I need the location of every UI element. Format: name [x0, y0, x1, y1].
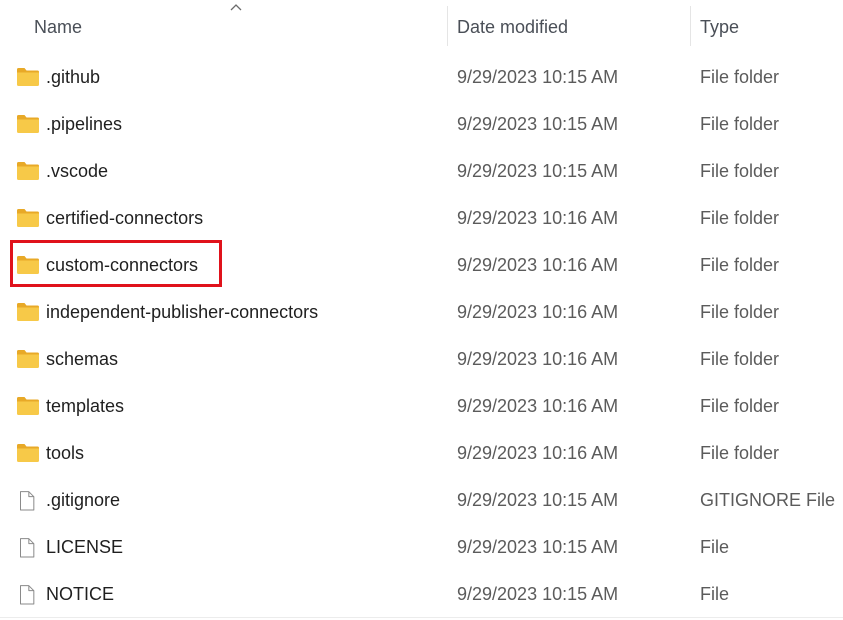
list-bottom-divider: [0, 617, 843, 618]
file-name: NOTICE: [46, 584, 115, 604]
file-icon: [20, 585, 35, 605]
file-type: File folder: [700, 208, 780, 228]
file-name: LICENSE: [46, 537, 124, 557]
file-type: File folder: [700, 67, 780, 87]
file-type: File folder: [700, 255, 780, 275]
file-date-modified: 9/29/2023 10:15 AM: [457, 114, 619, 134]
file-icon: [20, 538, 35, 558]
file-date-modified: 9/29/2023 10:16 AM: [457, 302, 619, 322]
folder-icon: [17, 303, 39, 321]
file-date-modified: 9/29/2023 10:16 AM: [457, 396, 619, 416]
folder-icon: [17, 350, 39, 368]
file-type: File folder: [700, 114, 780, 134]
file-type: File folder: [700, 396, 780, 416]
file-row-dot-vscode[interactable]: .vscode 9/29/2023 10:15 AM File folder: [0, 148, 843, 195]
file-name: .gitignore: [46, 490, 121, 510]
file-row-tools[interactable]: tools 9/29/2023 10:16 AM File folder: [0, 430, 843, 477]
file-name: certified-connectors: [46, 208, 204, 228]
folder-icon: [17, 162, 39, 180]
file-type: File folder: [700, 349, 780, 369]
file-type: File folder: [700, 443, 780, 463]
file-type: GITIGNORE File: [700, 490, 836, 510]
folder-icon: [17, 68, 39, 86]
file-date-modified: 9/29/2023 10:15 AM: [457, 67, 619, 87]
file-row-independent-publisher-connectors[interactable]: independent-publisher-connectors 9/29/20…: [0, 289, 843, 336]
file-type: File: [700, 537, 730, 557]
file-type: File folder: [700, 161, 780, 181]
file-type: File folder: [700, 302, 780, 322]
file-date-modified: 9/29/2023 10:16 AM: [457, 443, 619, 463]
file-row-schemas[interactable]: schemas 9/29/2023 10:16 AM File folder: [0, 336, 843, 383]
column-header-type[interactable]: Type: [690, 0, 843, 50]
folder-icon: [17, 115, 39, 133]
file-row-dot-github[interactable]: .github 9/29/2023 10:15 AM File folder: [0, 54, 843, 101]
file-date-modified: 9/29/2023 10:16 AM: [457, 349, 619, 369]
file-row-notice[interactable]: NOTICE 9/29/2023 10:15 AM File: [0, 571, 843, 618]
folder-icon: [17, 397, 39, 415]
file-explorer-list: Name Date modified Type .github 9/29/202…: [0, 0, 843, 620]
file-name: independent-publisher-connectors: [46, 302, 319, 322]
file-date-modified: 9/29/2023 10:16 AM: [457, 255, 619, 275]
file-date-modified: 9/29/2023 10:15 AM: [457, 161, 619, 181]
folder-icon: [17, 256, 39, 274]
file-name: .pipelines: [46, 114, 123, 134]
file-name: .vscode: [46, 161, 109, 181]
file-date-modified: 9/29/2023 10:15 AM: [457, 490, 619, 510]
file-name: .github: [46, 67, 101, 87]
file-icon: [20, 491, 35, 511]
file-list: .github 9/29/2023 10:15 AM File folder .…: [0, 54, 843, 618]
file-type: File: [700, 584, 730, 604]
file-row-custom-connectors[interactable]: custom-connectors 9/29/2023 10:16 AM Fil…: [0, 242, 843, 289]
file-name: tools: [46, 443, 85, 463]
file-row-dot-gitignore[interactable]: .gitignore 9/29/2023 10:15 AM GITIGNORE …: [0, 477, 843, 524]
file-name: schemas: [46, 349, 119, 369]
file-row-dot-pipelines[interactable]: .pipelines 9/29/2023 10:15 AM File folde…: [0, 101, 843, 148]
file-date-modified: 9/29/2023 10:16 AM: [457, 208, 619, 228]
file-date-modified: 9/29/2023 10:15 AM: [457, 537, 619, 557]
column-header-name[interactable]: Name: [24, 0, 447, 50]
file-date-modified: 9/29/2023 10:15 AM: [457, 584, 619, 604]
file-name: templates: [46, 396, 125, 416]
column-header-bar: Name Date modified Type: [0, 0, 843, 50]
folder-icon: [17, 209, 39, 227]
file-row-license[interactable]: LICENSE 9/29/2023 10:15 AM File: [0, 524, 843, 571]
column-header-date-modified[interactable]: Date modified: [447, 0, 690, 50]
folder-icon: [17, 444, 39, 462]
file-row-templates[interactable]: templates 9/29/2023 10:16 AM File folder: [0, 383, 843, 430]
file-name: custom-connectors: [46, 255, 199, 275]
file-row-certified-connectors[interactable]: certified-connectors 9/29/2023 10:16 AM …: [0, 195, 843, 242]
